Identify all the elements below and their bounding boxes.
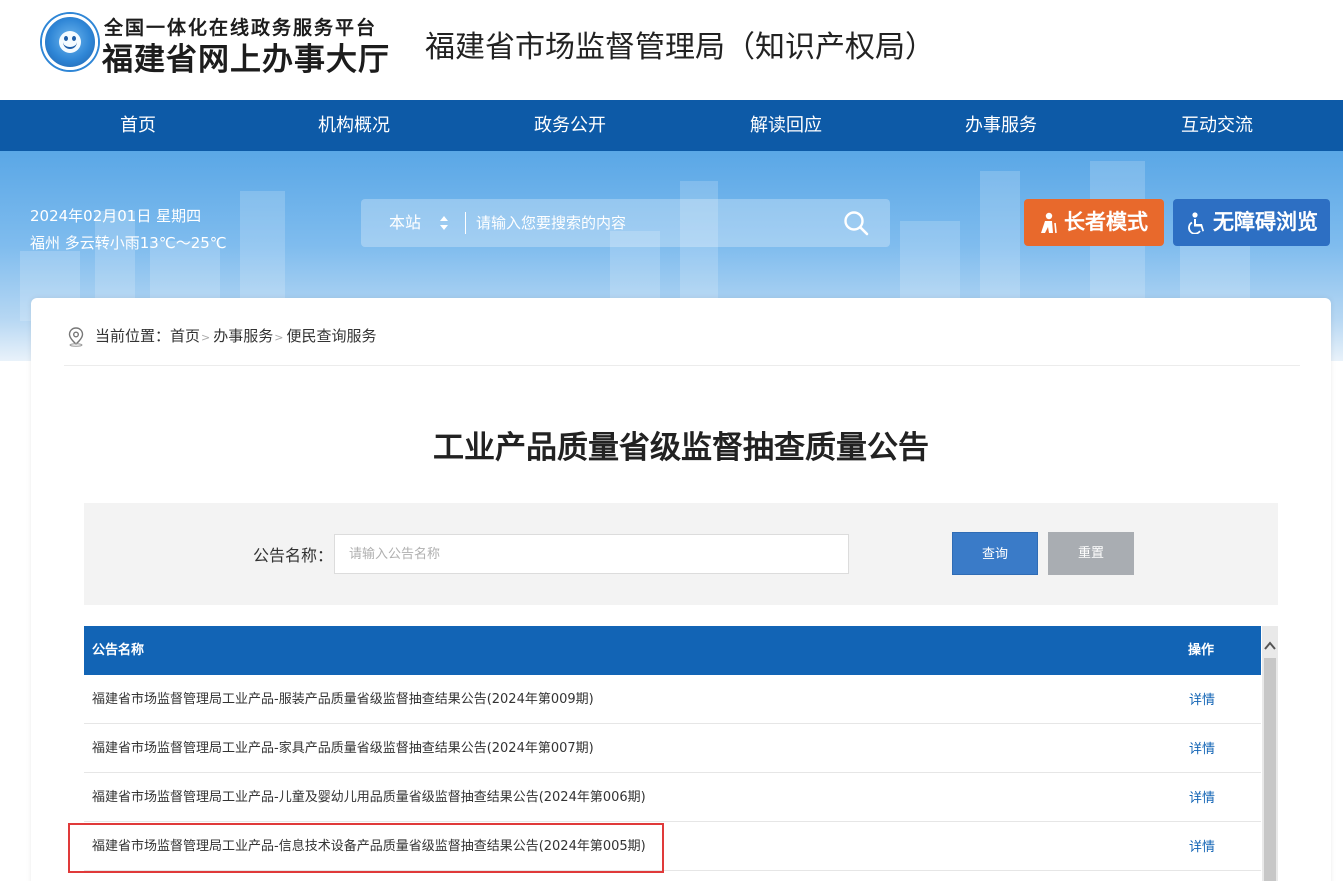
breadcrumb-prefix: 当前位置： [95,327,171,345]
nav-item-interpretation[interactable]: 解读回应 [716,100,856,151]
scrollbar-thumb[interactable] [1264,658,1276,881]
logo-emblem-icon[interactable] [42,14,98,70]
site-header: 全国一体化在线政务服务平台 福建省网上办事大厅 福建省市场监督管理局（知识产权局… [0,0,1343,100]
location-pin-icon [68,327,84,347]
details-link[interactable]: 详情 [1189,724,1215,776]
table-row[interactable]: 福建省市场监督管理局工业产品-信息技术设备产品质量省级监督抽查结果公告(2024… [68,822,1261,874]
breadcrumb-services[interactable]: 办事服务 [213,327,273,345]
date-text: 2024年02月01日 星期四 [30,207,202,225]
breadcrumb-separator: > [201,331,211,344]
search-divider [465,212,466,234]
filter-panel: 公告名称： 查询 重置 [84,503,1278,605]
breadcrumb-separator: > [274,331,284,344]
accessible-browse-label: 无障碍浏览 [1213,210,1318,234]
table-row[interactable]: 福建省市场监督管理局工业产品-家具产品质量省级监督抽查结果公告(2024年第00… [84,724,1261,773]
search-input[interactable] [476,207,826,239]
table-header: 公告名称 操作 [84,626,1261,675]
nav-item-home[interactable]: 首页 [68,100,208,151]
main-nav: 首页 机构概况 政务公开 解读回应 办事服务 互动交流 [0,100,1343,151]
nav-item-overview[interactable]: 机构概况 [284,100,424,151]
reset-button[interactable]: 重置 [1048,532,1134,575]
nav-item-interaction[interactable]: 互动交流 [1147,100,1287,151]
accessible-browse-button[interactable]: 无障碍浏览 [1173,199,1330,246]
divider [64,365,1300,366]
elder-mode-button[interactable]: 长者模式 [1024,199,1164,246]
content-card: 当前位置：首页> 办事服务> 便民查询服务 工业产品质量省级监督抽查质量公告 公告名… [31,298,1331,881]
announcement-title[interactable]: 福建省市场监督管理局工业产品-家具产品质量省级监督抽查结果公告(2024年第00… [92,724,594,773]
logo-title[interactable]: 福建省网上办事大厅 [102,34,390,79]
site-search: 本站 [361,199,890,247]
announcement-name-input[interactable] [334,534,849,574]
table-scrollbar[interactable] [1262,626,1278,881]
breadcrumb-home[interactable]: 首页 [170,327,200,345]
department-title: 福建省市场监督管理局（知识产权局） [425,30,935,65]
table-row[interactable]: 福建省市场监督管理局工业产品-服装产品质量省级监督抽查结果公告(2024年第00… [84,675,1261,724]
search-scope-select[interactable]: 本站 [389,199,421,247]
details-link[interactable]: 详情 [1189,773,1215,825]
table-row[interactable]: 福建省市场监督管理局工业产品-儿童及婴幼儿用品质量省级监督抽查结果公告(2024… [84,773,1261,822]
nav-item-gov-open[interactable]: 政务公开 [500,100,640,151]
elder-icon [1041,212,1057,234]
updown-arrows-icon[interactable] [439,215,449,231]
elder-mode-label: 长者模式 [1064,210,1148,234]
query-button[interactable]: 查询 [952,532,1038,575]
announcement-title[interactable]: 福建省市场监督管理局工业产品-服装产品质量省级监督抽查结果公告(2024年第00… [92,675,594,724]
search-icon[interactable] [843,210,869,236]
page-title: 工业产品质量省级监督抽查质量公告 [433,430,929,466]
column-header-name: 公告名称 [92,643,145,658]
column-header-operation: 操作 [1188,643,1215,658]
announcement-title[interactable]: 福建省市场监督管理局工业产品-儿童及婴幼儿用品质量省级监督抽查结果公告(2024… [92,773,646,822]
chevron-up-icon[interactable] [1262,638,1278,654]
filter-label: 公告名称： [253,546,334,565]
details-link[interactable]: 详情 [1189,675,1215,727]
wheelchair-icon [1188,212,1204,234]
details-link[interactable]: 详情 [1189,822,1215,874]
nav-item-services[interactable]: 办事服务 [931,100,1071,151]
weather-text: 福州 多云转小雨13℃～25℃ [30,234,227,252]
breadcrumb-query-services[interactable]: 便民查询服务 [286,327,376,345]
announcement-title[interactable]: 福建省市场监督管理局工业产品-信息技术设备产品质量省级监督抽查结果公告(2024… [92,822,646,871]
